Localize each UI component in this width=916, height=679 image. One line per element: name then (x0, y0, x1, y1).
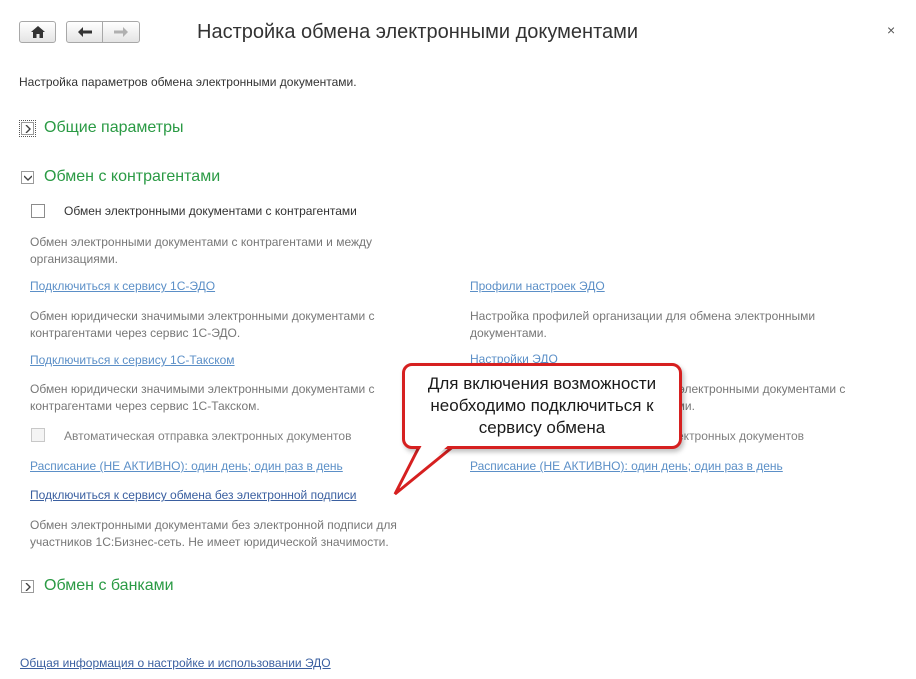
expand-toggle-general[interactable] (19, 120, 36, 137)
back-button[interactable] (66, 21, 103, 43)
callout-text: Для включения возможности необходимо под… (427, 374, 657, 437)
home-icon (31, 26, 45, 38)
callout-hint: Для включения возможности необходимо под… (402, 363, 682, 449)
forward-button[interactable] (102, 21, 140, 43)
collapse-toggle-counterparties[interactable] (21, 171, 34, 184)
enable-exchange-description: Обмен электронными документами с контраг… (30, 235, 373, 266)
auto-send-label: Автоматическая отправка электронных доку… (64, 429, 352, 443)
group-title-counterparties[interactable]: Обмен с контрагентами (44, 168, 220, 186)
chevron-down-icon (23, 175, 32, 181)
edo-profiles-link[interactable]: Профили настроек ЭДО (470, 279, 605, 293)
enable-exchange-checkbox[interactable] (31, 204, 45, 218)
connect-1c-taxcom-link[interactable]: Подключиться к сервису 1С-Такском (30, 353, 235, 367)
chevron-right-icon (25, 582, 31, 591)
arrow-left-icon (78, 27, 92, 37)
chevron-right-icon (25, 124, 31, 133)
close-icon[interactable]: × (887, 22, 895, 38)
enable-exchange-label: Обмен электронными документами с контраг… (64, 204, 357, 218)
expand-toggle-banks[interactable] (21, 580, 34, 593)
connect-no-signature-link[interactable]: Подключиться к сервису обмена без электр… (30, 488, 356, 502)
group-title-banks[interactable]: Обмен с банками (44, 577, 174, 595)
intro-text: Настройка параметров обмена электронными… (19, 75, 357, 89)
home-button[interactable] (19, 21, 56, 43)
receive-schedule-link[interactable]: Расписание (НЕ АКТИВНО): один день; один… (470, 459, 783, 473)
no-signature-description: Обмен электронными документами без элект… (30, 518, 397, 549)
edo-profiles-description: Настройка профилей организации для обмен… (470, 309, 816, 340)
group-title-general[interactable]: Общие параметры (44, 119, 184, 137)
connect-1c-edo-link[interactable]: Подключиться к сервису 1С-ЭДО (30, 279, 215, 293)
connect-1c-edo-description: Обмен юридически значимыми электронными … (30, 309, 375, 340)
auto-send-checkbox[interactable] (31, 428, 45, 442)
connect-1c-taxcom-description: Обмен юридически значимыми электронными … (30, 382, 375, 413)
window-title: Настройка обмена электронными документам… (197, 21, 639, 43)
arrow-right-icon (114, 27, 128, 37)
edo-help-link[interactable]: Общая информация о настройке и использов… (20, 656, 331, 670)
send-schedule-link[interactable]: Расписание (НЕ АКТИВНО): один день; один… (30, 459, 343, 473)
